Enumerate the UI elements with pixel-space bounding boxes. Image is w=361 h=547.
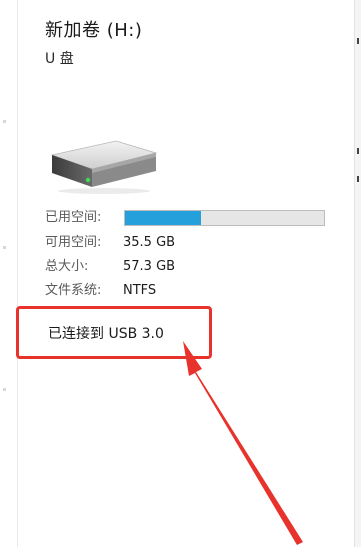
total-size-row: 总大小: 57.3 GB: [45, 257, 175, 277]
used-space-bar-fill: [125, 211, 201, 225]
connection-status-text: 已连接到 USB 3.0: [48, 326, 164, 342]
used-space-label: 已用空间:: [45, 210, 102, 225]
free-space-value: 35.5 GB: [123, 235, 176, 250]
total-size-label: 总大小:: [45, 259, 89, 274]
drive-details-pane: 新加卷 (H:) U 盘 已用空间: 可用空间: 35.5 GB 总大小: 57.3…: [0, 0, 361, 547]
drive-type-label: U 盘: [45, 51, 74, 67]
drive-title: 新加卷 (H:): [45, 20, 143, 41]
file-system-label: 文件系统:: [45, 283, 102, 298]
usb-drive-icon: [50, 140, 158, 194]
used-space-bar: [124, 210, 325, 226]
file-system-value: NTFS: [123, 283, 157, 298]
used-space-row: 已用空间:: [45, 208, 123, 228]
free-space-row: 可用空间: 35.5 GB: [45, 233, 175, 253]
total-size-value: 57.3 GB: [123, 259, 176, 274]
left-window-edge: [0, 0, 18, 547]
right-scroll-edge: [354, 0, 361, 547]
file-system-row: 文件系统: NTFS: [45, 281, 156, 301]
free-space-label: 可用空间:: [45, 235, 102, 250]
